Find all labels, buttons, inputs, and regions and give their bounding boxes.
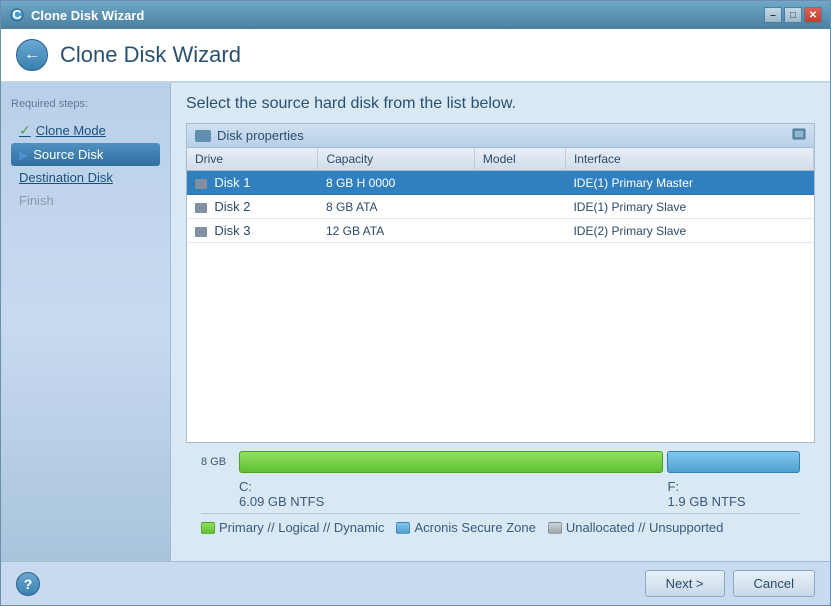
sidebar-item-finish-label: Finish xyxy=(19,193,54,208)
drive-label: Disk 3 xyxy=(214,223,250,238)
window-controls: – □ ✕ xyxy=(764,7,822,23)
partitions-container xyxy=(239,451,800,473)
drive-cell: Disk 2 xyxy=(187,195,318,219)
bottom-section: 8 GB C: 6.09 GB NTFS F: 1.9 GB NTFS xyxy=(186,443,815,549)
drive-label: Disk 2 xyxy=(214,199,250,214)
arrow-icon: ▶ xyxy=(19,148,28,162)
interface-cell: IDE(1) Primary Master xyxy=(565,171,813,195)
legend-acronis-label: Acronis Secure Zone xyxy=(414,520,535,535)
sidebar-required-label: Required steps: xyxy=(11,98,160,110)
checkmark-icon: ✓ xyxy=(19,122,31,139)
table-row[interactable]: Disk 1 8 GB H 0000 IDE(1) Primary Master xyxy=(187,171,814,195)
model-cell xyxy=(474,219,565,243)
disk-panel: Disk properties Drive xyxy=(186,123,815,443)
header: ← Clone Disk Wizard xyxy=(1,29,830,83)
legend-unallocated-label: Unallocated // Unsupported xyxy=(566,520,724,535)
partition-f xyxy=(667,451,801,473)
partition-c xyxy=(239,451,663,473)
disk-thumb-icon xyxy=(195,227,207,237)
content-area: Required steps: ✓ Clone Mode ▶ Source Di… xyxy=(1,83,830,561)
sidebar-item-destination-disk[interactable]: Destination Disk xyxy=(11,166,160,189)
table-header-row: Drive Capacity Model Interface xyxy=(187,148,814,171)
interface-cell: IDE(1) Primary Slave xyxy=(565,195,813,219)
next-button[interactable]: Next > xyxy=(645,570,725,597)
disk-table-container: Drive Capacity Model Interface Disk 1 xyxy=(187,148,814,442)
legend-gray-box xyxy=(548,522,562,534)
capacity-cell: 8 GB ATA xyxy=(318,195,474,219)
disk-table: Drive Capacity Model Interface Disk 1 xyxy=(187,148,814,243)
disk-properties-label: Disk properties xyxy=(217,128,304,143)
capacity-cell: 12 GB ATA xyxy=(318,219,474,243)
legend-unallocated: Unallocated // Unsupported xyxy=(548,520,724,535)
col-capacity: Capacity xyxy=(318,148,474,171)
disk-panel-header-left: Disk properties xyxy=(195,128,304,143)
partition-c-label: C: 6.09 GB NTFS xyxy=(239,479,664,509)
partition-f-label: F: 1.9 GB NTFS xyxy=(668,479,800,509)
partition-f-drive: F: xyxy=(668,479,800,494)
legend: Primary // Logical // Dynamic Acronis Se… xyxy=(201,513,800,541)
model-cell xyxy=(474,195,565,219)
disk-visual: 8 GB xyxy=(201,451,800,473)
app-title: Clone Disk Wizard xyxy=(60,42,241,68)
table-row[interactable]: Disk 2 8 GB ATA IDE(1) Primary Slave xyxy=(187,195,814,219)
sidebar-item-clone-mode-label: Clone Mode xyxy=(36,123,106,138)
drive-cell: Disk 1 xyxy=(187,171,318,195)
sidebar-item-source-disk[interactable]: ▶ Source Disk xyxy=(11,143,160,166)
footer-buttons: Next > Cancel xyxy=(645,570,815,597)
model-cell xyxy=(474,171,565,195)
main-area: Select the source hard disk from the lis… xyxy=(171,83,830,561)
legend-blue-box xyxy=(396,522,410,534)
drive-label: Disk 1 xyxy=(214,175,250,190)
capacity-cell: 8 GB H 0000 xyxy=(318,171,474,195)
close-button[interactable]: ✕ xyxy=(804,7,822,23)
partition-c-drive: C: xyxy=(239,479,664,494)
help-button[interactable]: ? xyxy=(16,572,40,596)
cancel-button[interactable]: Cancel xyxy=(733,570,815,597)
sidebar-item-source-disk-label: Source Disk xyxy=(33,147,103,162)
partition-labels-row: C: 6.09 GB NTFS F: 1.9 GB NTFS xyxy=(239,479,800,509)
disk-thumb-icon xyxy=(195,203,207,213)
disk-thumb-icon xyxy=(195,179,207,189)
col-interface: Interface xyxy=(565,148,813,171)
col-model: Model xyxy=(474,148,565,171)
window-title: Clone Disk Wizard xyxy=(31,8,144,23)
table-row[interactable]: Disk 3 12 GB ATA IDE(2) Primary Slave xyxy=(187,219,814,243)
restore-button[interactable]: □ xyxy=(784,7,802,23)
legend-green-box xyxy=(201,522,215,534)
main-title: Select the source hard disk from the lis… xyxy=(186,95,815,113)
window-icon: C xyxy=(9,7,25,23)
footer: ? Next > Cancel xyxy=(1,561,830,605)
disk-panel-header-icon xyxy=(792,128,806,143)
sidebar-item-destination-disk-label: Destination Disk xyxy=(19,170,113,185)
sidebar: Required steps: ✓ Clone Mode ▶ Source Di… xyxy=(1,83,171,561)
title-bar: C Clone Disk Wizard – □ ✕ xyxy=(1,1,830,29)
disk-panel-icon xyxy=(195,130,211,142)
partition-f-size: 1.9 GB NTFS xyxy=(668,494,800,509)
col-drive: Drive xyxy=(187,148,318,171)
interface-cell: IDE(2) Primary Slave xyxy=(565,219,813,243)
footer-left: ? xyxy=(16,572,40,596)
drive-cell: Disk 3 xyxy=(187,219,318,243)
partition-c-size: 6.09 GB NTFS xyxy=(239,494,664,509)
clone-disk-wizard-window: C Clone Disk Wizard – □ ✕ ← Clone Disk W… xyxy=(0,0,831,606)
legend-primary-label: Primary // Logical // Dynamic xyxy=(219,520,384,535)
sidebar-item-finish: Finish xyxy=(11,189,160,212)
back-button[interactable]: ← xyxy=(16,39,48,71)
sidebar-item-clone-mode[interactable]: ✓ Clone Mode xyxy=(11,118,160,143)
minimize-button[interactable]: – xyxy=(764,7,782,23)
disk-panel-header: Disk properties xyxy=(187,124,814,148)
disk-size-label: 8 GB xyxy=(201,456,231,468)
legend-primary: Primary // Logical // Dynamic xyxy=(201,520,384,535)
legend-acronis: Acronis Secure Zone xyxy=(396,520,535,535)
svg-text:C: C xyxy=(12,8,22,22)
